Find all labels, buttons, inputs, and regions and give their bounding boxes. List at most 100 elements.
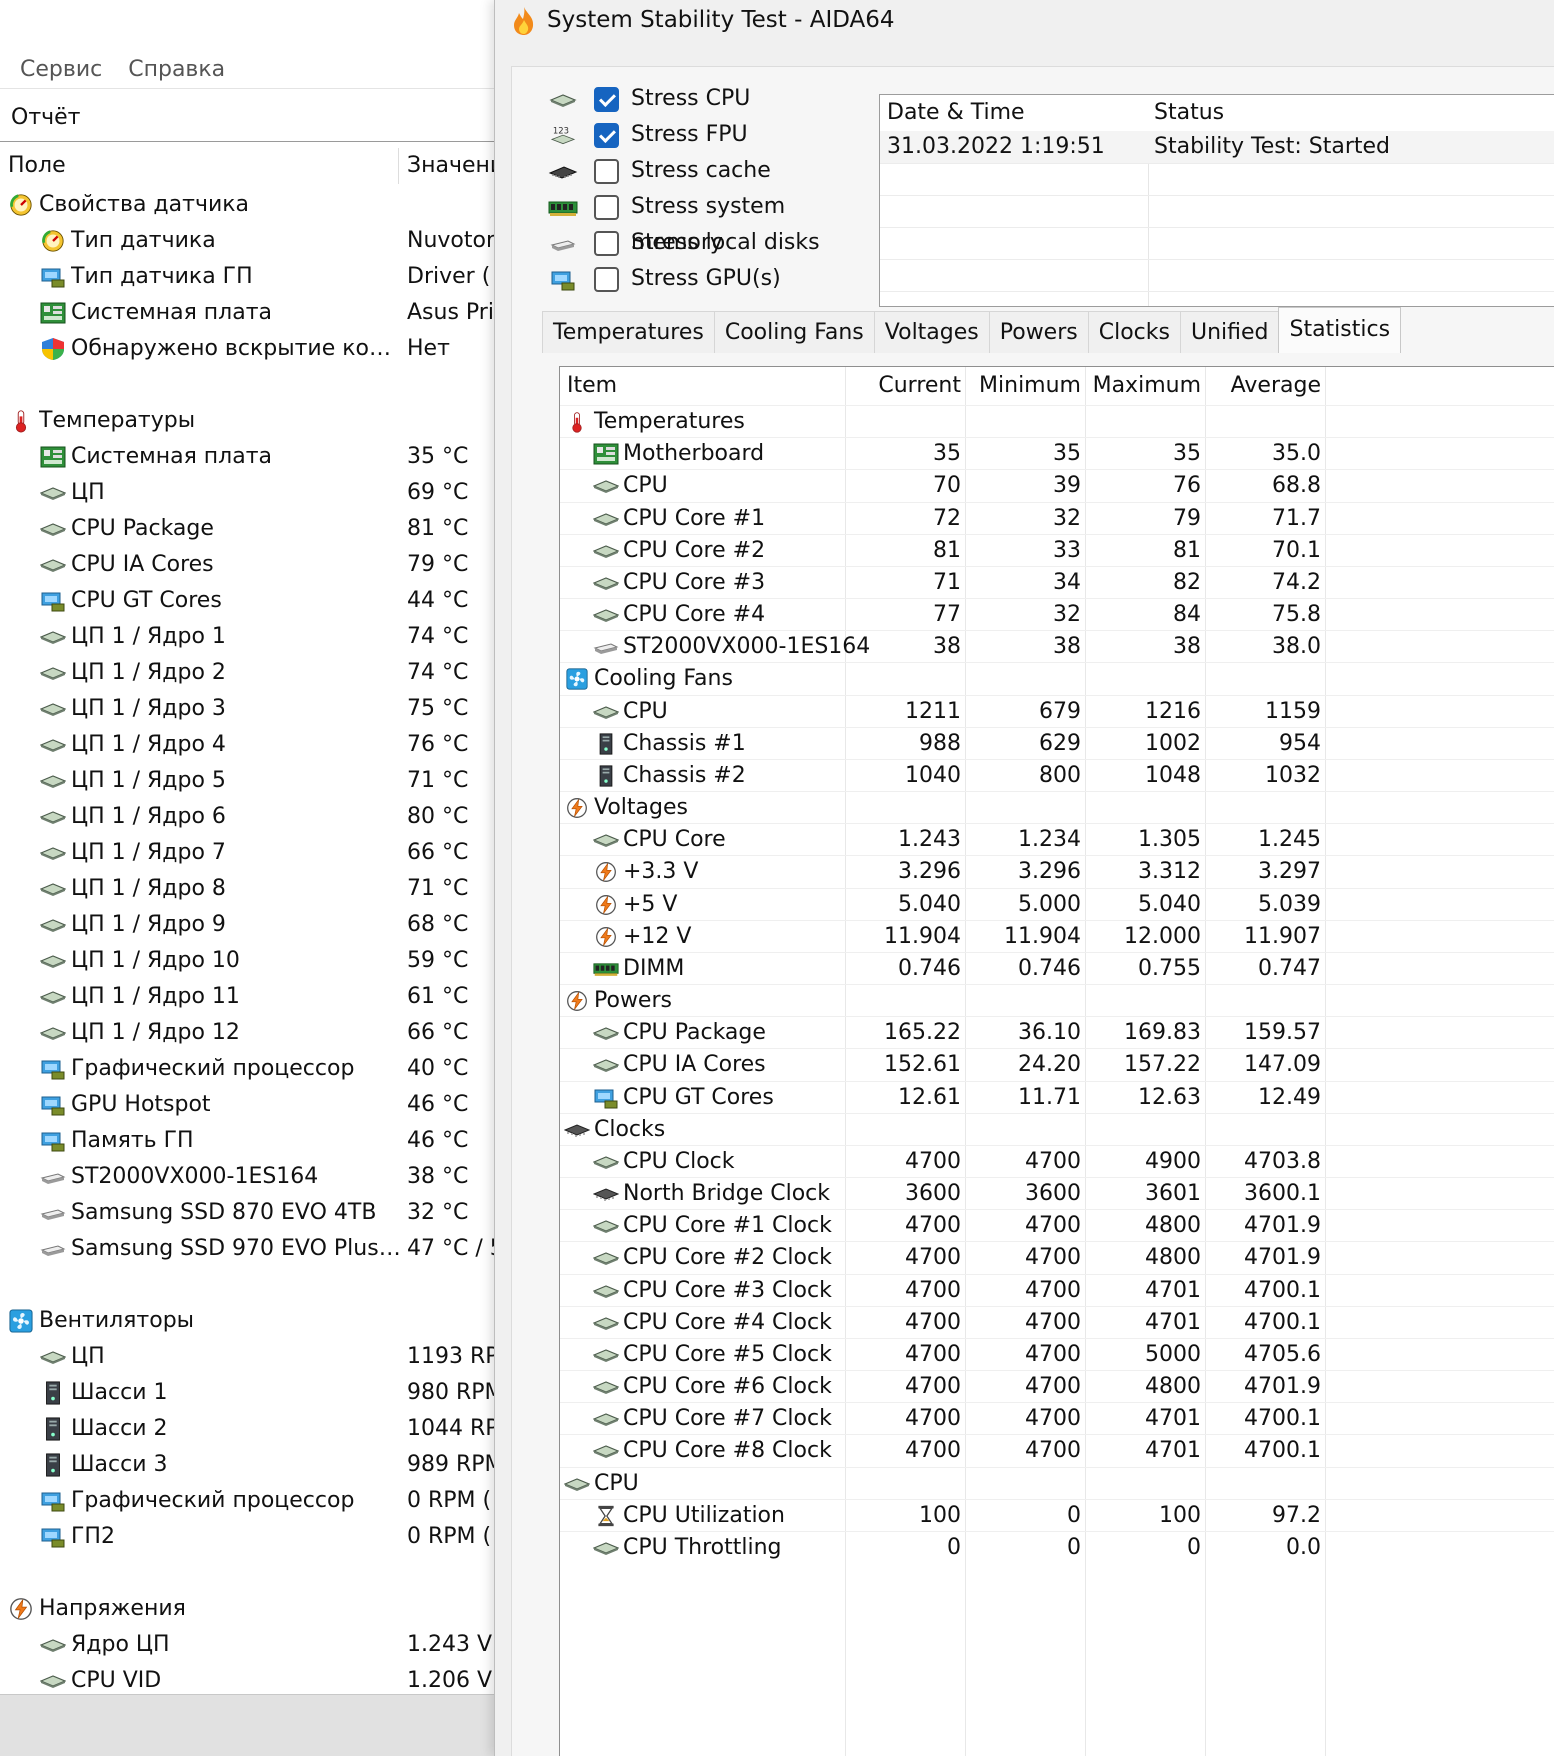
tree-item[interactable]: CPU GT Cores 44 °C <box>0 583 495 619</box>
table-group-row[interactable]: Clocks <box>560 1112 1554 1145</box>
table-row[interactable]: +5 V 5.040 5.000 5.040 5.039 <box>560 887 1554 920</box>
tree-group[interactable]: Температуры <box>0 403 495 439</box>
table-row[interactable]: CPU Throttling 0 0 0 0.0 <box>560 1530 1554 1563</box>
tab-powers[interactable]: Powers <box>988 311 1089 353</box>
tab-temperatures[interactable]: Temperatures <box>542 311 715 353</box>
column-value-header[interactable]: Значени <box>398 148 495 184</box>
tree-item[interactable]: CPU Package 81 °C <box>0 511 495 547</box>
tree-item[interactable]: Ядро ЦП 1.243 V <box>0 1627 495 1663</box>
stress-label[interactable]: Stress GPU(s) <box>631 261 781 297</box>
table-row[interactable]: Motherboard 35 35 35 35.0 <box>560 437 1554 469</box>
stress-option[interactable]: Stress system memory <box>548 189 868 255</box>
stress-checkbox[interactable] <box>594 159 619 184</box>
table-row[interactable]: CPU Core #1 72 32 79 71.7 <box>560 501 1554 534</box>
tree-item[interactable]: ЦП 1 / Ядро 1 74 °C <box>0 619 495 655</box>
tree-item[interactable]: Samsung SSD 970 EVO Plus ... 47 °C / 5 <box>0 1231 495 1267</box>
tree-item[interactable]: ЦП 1 / Ядро 10 59 °C <box>0 943 495 979</box>
table-row[interactable]: CPU 1211 679 1216 1159 <box>560 694 1554 727</box>
table-row[interactable]: CPU Clock 4700 4700 4900 4703.8 <box>560 1144 1554 1177</box>
tree-item[interactable]: CPU IA Cores 79 °C <box>0 547 495 583</box>
stress-label[interactable]: Stress local disks <box>631 225 820 261</box>
tree-item[interactable]: Память ГП 46 °C <box>0 1123 495 1159</box>
header-minimum[interactable]: Minimum <box>971 367 1081 405</box>
report-button[interactable]: Отчёт <box>11 100 80 136</box>
menu-help[interactable]: Справка <box>128 52 225 88</box>
tree-item[interactable]: ЦП 1 / Ядро 8 71 °C <box>0 871 495 907</box>
tab-voltages[interactable]: Voltages <box>873 311 990 353</box>
tree-item[interactable]: Системная плата 35 °C <box>0 439 495 475</box>
table-row[interactable]: DIMM 0.746 0.746 0.755 0.747 <box>560 951 1554 984</box>
table-row[interactable]: CPU Core #8 Clock 4700 4700 4701 4700.1 <box>560 1434 1554 1466</box>
tree-item[interactable]: Системная плата Asus Pri <box>0 295 495 331</box>
column-field-header[interactable]: Поле <box>8 148 66 184</box>
tree-group[interactable]: Свойства датчика <box>0 187 495 223</box>
table-group-row[interactable]: Voltages <box>560 791 1554 823</box>
tab-unified[interactable]: Unified <box>1179 311 1280 353</box>
header-maximum[interactable]: Maximum <box>1091 367 1201 405</box>
tree-item[interactable]: ST2000VX000-1ES164 38 °C <box>0 1159 495 1195</box>
tree-item[interactable]: Тип датчика ГП Driver ( <box>0 259 495 295</box>
table-row[interactable]: CPU Core #3 71 34 82 74.2 <box>560 565 1554 598</box>
table-row[interactable]: CPU Core #5 Clock 4700 4700 5000 4705.6 <box>560 1337 1554 1370</box>
stress-checkbox[interactable] <box>594 195 619 220</box>
table-row[interactable]: +12 V 11.904 11.904 12.000 11.907 <box>560 919 1554 952</box>
tree-item[interactable]: ЦП 69 °C <box>0 475 495 511</box>
tree-item[interactable]: ЦП 1 / Ядро 11 61 °C <box>0 979 495 1015</box>
menu-service[interactable]: Сервис <box>20 52 102 88</box>
tree-item[interactable]: ЦП 1 / Ядро 6 80 °C <box>0 799 495 835</box>
tree-item[interactable]: ЦП 1 / Ядро 3 75 °C <box>0 691 495 727</box>
tree-group[interactable]: Напряжения <box>0 1591 495 1627</box>
header-current[interactable]: Current <box>851 367 961 405</box>
table-row[interactable]: CPU IA Cores 152.61 24.20 157.22 147.09 <box>560 1048 1554 1080</box>
table-row[interactable]: CPU GT Cores 12.61 11.71 12.63 12.49 <box>560 1080 1554 1113</box>
header-average[interactable]: Average <box>1211 367 1321 405</box>
stress-checkbox[interactable] <box>594 123 619 148</box>
tree-item[interactable]: Шасси 2 1044 RP <box>0 1411 495 1447</box>
table-row[interactable]: CPU Core #4 77 32 84 75.8 <box>560 598 1554 630</box>
table-group-row[interactable]: Temperatures <box>560 405 1554 437</box>
stress-checkbox[interactable] <box>594 267 619 292</box>
table-row[interactable]: CPU Core #7 Clock 4700 4700 4701 4700.1 <box>560 1402 1554 1434</box>
stress-option[interactable]: Stress GPU(s) <box>548 261 868 297</box>
stress-option[interactable]: 123 Stress FPU <box>548 117 868 153</box>
tab-clocks[interactable]: Clocks <box>1087 311 1181 353</box>
stress-label[interactable]: Stress CPU <box>631 81 750 117</box>
tree-item[interactable]: Тип датчика Nuvoton <box>0 223 495 259</box>
tree-group[interactable]: Вентиляторы <box>0 1303 495 1339</box>
stress-label[interactable]: Stress FPU <box>631 117 748 153</box>
tree-item[interactable]: Samsung SSD 870 EVO 4TB 32 °C <box>0 1195 495 1231</box>
table-row[interactable]: CPU Core #6 Clock 4700 4700 4800 4701.9 <box>560 1370 1554 1402</box>
table-row[interactable]: Chassis #1 988 629 1002 954 <box>560 726 1554 759</box>
table-group-row[interactable]: CPU <box>560 1466 1554 1499</box>
horizontal-scrollbar[interactable] <box>0 1694 495 1756</box>
table-row[interactable]: CPU Core #2 81 33 81 70.1 <box>560 533 1554 566</box>
table-row[interactable]: CPU Core #4 Clock 4700 4700 4701 4700.1 <box>560 1305 1554 1338</box>
table-row[interactable]: Chassis #2 1040 800 1048 1032 <box>560 758 1554 791</box>
tree-item[interactable]: Шасси 1 980 RPM <box>0 1375 495 1411</box>
log-row[interactable]: 31.03.2022 1:19:51 Stability Test: Start… <box>880 131 1554 163</box>
header-item[interactable]: Item <box>567 367 617 405</box>
tree-item[interactable]: Графический процессор 0 RPM ( <box>0 1483 495 1519</box>
tree-item[interactable]: Графический процессор 40 °C <box>0 1051 495 1087</box>
table-group-row[interactable]: Cooling Fans <box>560 662 1554 694</box>
log-status-header[interactable]: Status <box>1154 95 1224 131</box>
stress-option[interactable]: Stress cache <box>548 153 868 189</box>
tree-item[interactable]: ЦП 1193 RP <box>0 1339 495 1375</box>
tab-cooling-fans[interactable]: Cooling Fans <box>713 311 875 353</box>
tree-item[interactable]: ЦП 1 / Ядро 7 66 °C <box>0 835 495 871</box>
tree-item[interactable]: ГП2 0 RPM ( <box>0 1519 495 1555</box>
table-row[interactable]: CPU Core #3 Clock 4700 4700 4701 4700.1 <box>560 1273 1554 1306</box>
tree-item[interactable]: ЦП 1 / Ядро 5 71 °C <box>0 763 495 799</box>
table-row[interactable]: CPU Package 165.22 36.10 169.83 159.57 <box>560 1016 1554 1048</box>
tree-item[interactable]: ЦП 1 / Ядро 4 76 °C <box>0 727 495 763</box>
tree-item[interactable]: ЦП 1 / Ядро 2 74 °C <box>0 655 495 691</box>
table-row[interactable]: ST2000VX000-1ES164 38 38 38 38.0 <box>560 630 1554 662</box>
tab-statistics[interactable]: Statistics <box>1278 307 1402 353</box>
log-datetime-header[interactable]: Date & Time <box>887 95 1025 131</box>
tree-item[interactable]: ЦП 1 / Ядро 12 66 °C <box>0 1015 495 1051</box>
stress-checkbox[interactable] <box>594 87 619 112</box>
table-row[interactable]: CPU 70 39 76 68.8 <box>560 469 1554 501</box>
stress-checkbox[interactable] <box>594 231 619 256</box>
table-row[interactable]: CPU Utilization 100 0 100 97.2 <box>560 1498 1554 1531</box>
tree-item[interactable]: Обнаружено вскрытие кор... Нет <box>0 331 495 367</box>
